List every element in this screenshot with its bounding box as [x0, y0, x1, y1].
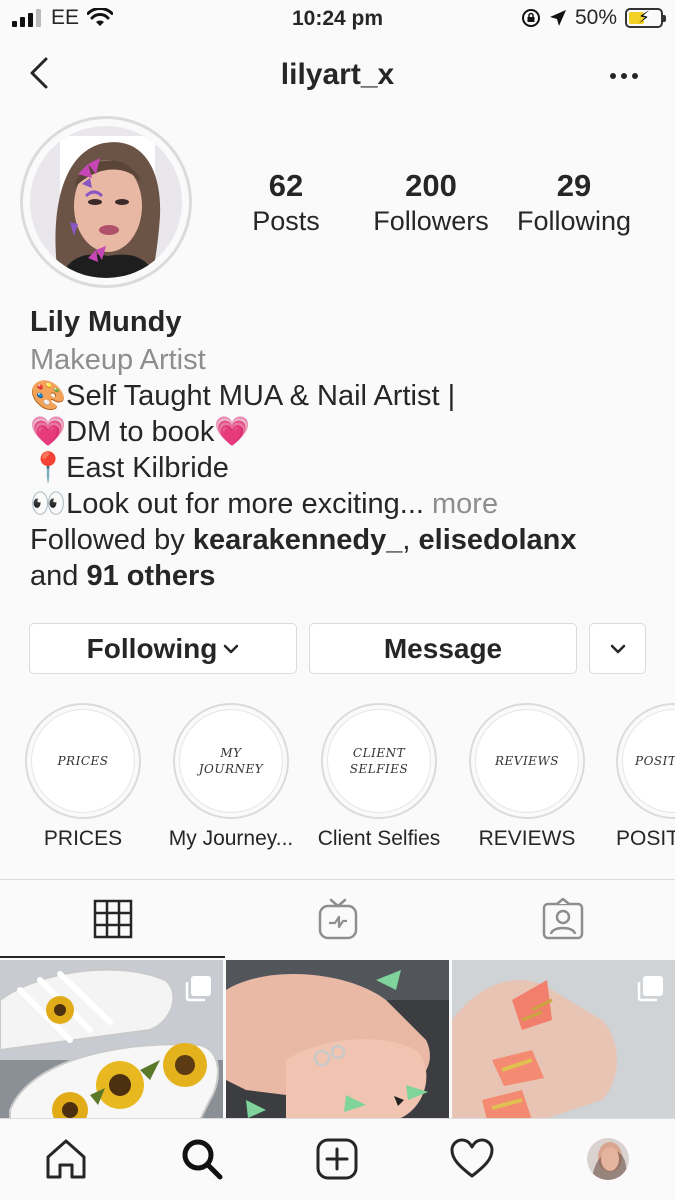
following-label: Following [516, 206, 632, 236]
status-bar: EE 10:24 pm 50% ⚡ [0, 0, 675, 40]
search-icon [182, 1139, 223, 1180]
highlight-prices[interactable]: PRICES PRICES [25, 703, 141, 850]
battery-icon: ⚡ [625, 8, 666, 28]
nav-home[interactable] [40, 1133, 92, 1185]
highlight-label: POSIT [616, 827, 675, 850]
grid-icon [93, 899, 132, 939]
category-label: Makeup Artist [30, 344, 206, 376]
chevron-down-icon [610, 644, 625, 653]
highlight-clip: POSITIVITY POSIT [600, 690, 675, 860]
highlight-cover-text: CLIENT SELFIES [327, 709, 431, 813]
bio-line-4: 👀Look out for more exciting... more [30, 486, 650, 522]
highlight-cover-text: MY JOURNEY [179, 709, 283, 813]
display-name: Lily Mundy [30, 306, 182, 338]
tab-tagged[interactable] [450, 880, 675, 958]
followed-by-separator: , [402, 524, 419, 556]
highlight-ring: CLIENT SELFIES [321, 703, 437, 819]
profile-avatar [587, 1138, 629, 1180]
posts-label: Posts [252, 206, 320, 236]
followers-number: 200 [405, 168, 457, 203]
following-button[interactable]: Following [29, 623, 297, 674]
followed-by-prefix: Followed by [30, 524, 193, 556]
heart-icon [450, 1138, 494, 1178]
highlight-cover-text: POSITIVITY [622, 709, 675, 813]
highlight-positivity[interactable]: POSITIVITY POSIT [616, 703, 675, 850]
post-thumbnail[interactable] [226, 960, 449, 1120]
highlight-ring: PRICES [25, 703, 141, 819]
followed-by-and: and [30, 560, 87, 592]
post-thumbnail[interactable] [0, 960, 223, 1120]
highlight-ring: MY JOURNEY [173, 703, 289, 819]
username-title: lilyart_x [280, 58, 395, 91]
following-number: 29 [556, 168, 592, 203]
green-nails-image [226, 960, 449, 1120]
multiple-photos-icon [637, 976, 663, 1002]
highlight-ring: REVIEWS [469, 703, 585, 819]
followers-count[interactable]: 200 Followers [358, 168, 504, 238]
nav-new-post[interactable] [311, 1133, 363, 1185]
orientation-lock-icon [521, 9, 540, 27]
igtv-icon [318, 898, 357, 940]
tab-igtv[interactable] [225, 880, 450, 958]
nav-search[interactable] [176, 1133, 228, 1185]
followed-by-others[interactable]: and 91 others [30, 558, 650, 594]
location-icon [549, 10, 566, 26]
mutual-follower-2[interactable]: elisedolanx [419, 524, 577, 556]
followers-label: Followers [373, 206, 489, 236]
more-link[interactable]: more [424, 488, 498, 520]
tab-grid[interactable] [0, 880, 225, 958]
nav-activity[interactable] [446, 1133, 498, 1185]
home-icon [46, 1139, 86, 1179]
mutual-follower-1[interactable]: kearakennedy_ [193, 524, 403, 556]
following-button-label: Following [86, 632, 218, 664]
posts-grid [0, 960, 675, 1120]
profile-screen: EE 10:24 pm 50% ⚡ lilyart_x 62 Posts 200… [0, 0, 675, 1200]
posts-count[interactable]: 62 Posts [236, 168, 336, 238]
bottom-navigation [0, 1118, 675, 1200]
nav-profile[interactable] [582, 1133, 634, 1185]
profile-tabs [0, 879, 675, 958]
highlight-client-selfies[interactable]: CLIENT SELFIES Client Selfies [318, 703, 440, 850]
multiple-photos-icon [185, 976, 211, 1002]
post-thumbnail[interactable] [452, 960, 675, 1120]
posts-number: 62 [268, 168, 304, 203]
battery-percent: 50% [574, 6, 617, 29]
highlight-reviews[interactable]: REVIEWS REVIEWS [469, 703, 585, 850]
new-post-icon [316, 1138, 358, 1180]
highlight-my-journey[interactable]: MY JOURNEY My Journey... [169, 703, 293, 850]
highlight-label: REVIEWS [478, 827, 576, 850]
bio-line-2: 💗DM to book💗 [30, 416, 251, 448]
bio-line-1: 🎨Self Taught MUA & Nail Artist | [30, 380, 456, 412]
highlight-ring: POSITIVITY [616, 703, 675, 819]
avatar[interactable] [30, 126, 182, 278]
message-button-label: Message [383, 632, 503, 664]
tagged-icon [542, 898, 583, 940]
bio-line-4-text: 👀Look out for more exciting... [30, 488, 424, 520]
highlight-cover-text: REVIEWS [475, 709, 579, 813]
profile-header: lilyart_x [0, 40, 675, 110]
highlight-cover-text: PRICES [31, 709, 135, 813]
following-count[interactable]: 29 Following [506, 168, 642, 238]
suggested-toggle-button[interactable] [589, 623, 646, 674]
bio: Lily Mundy Makeup Artist 🎨Self Taught MU… [30, 304, 650, 594]
followed-by[interactable]: Followed by kearakennedy_, elisedolanx [30, 522, 650, 558]
mutual-others-count[interactable]: 91 others [86, 560, 215, 592]
message-button[interactable]: Message [309, 623, 577, 674]
chevron-down-icon [224, 644, 239, 653]
more-icon[interactable] [609, 72, 639, 80]
bio-line-3: 📍East Kilbride [30, 452, 229, 484]
